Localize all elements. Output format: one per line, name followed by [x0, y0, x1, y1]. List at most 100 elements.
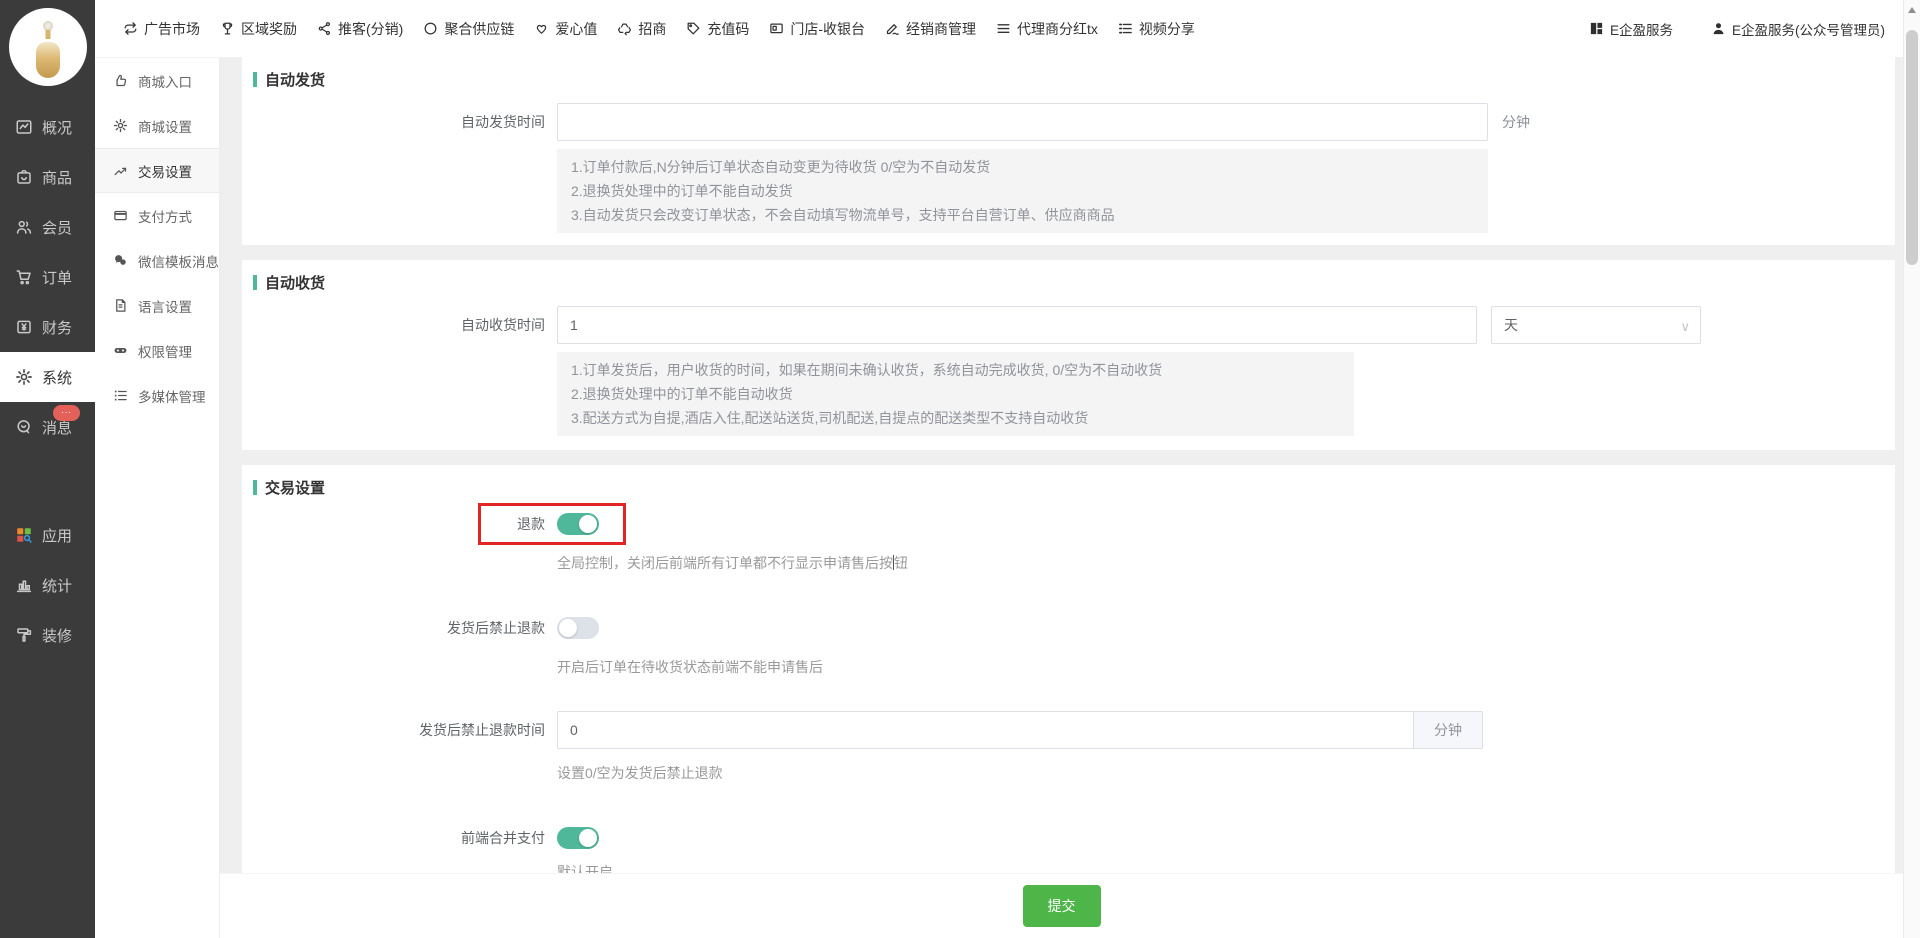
topnav-item-investment[interactable]: 招商 [617, 19, 666, 39]
sidebar-item-label: 订单 [42, 267, 72, 288]
section-title: 自动收货 [265, 272, 325, 293]
scrollbar[interactable] [1903, 0, 1920, 938]
tag-icon [686, 21, 701, 36]
brand-logo[interactable] [9, 8, 87, 86]
gear-icon [113, 118, 128, 133]
trade-arrow-icon [113, 163, 128, 178]
submenu-item-payment-method[interactable]: 支付方式 [95, 193, 219, 238]
perfume-bottle-logo-image [35, 16, 61, 78]
sidebar-item-label: 应用 [42, 525, 72, 546]
topnav-item-love-value[interactable]: 爱心值 [534, 19, 597, 39]
topnav-item-distributor[interactable]: 推客(分销) [317, 19, 403, 39]
auto-delivery-header: 自动发货 [242, 69, 1895, 89]
forbid-refund-time-input[interactable] [557, 711, 1414, 749]
credit-card-icon [113, 208, 128, 223]
main-sidebar: 概况 商品 会员 订单 财务 系统 [0, 0, 95, 938]
app-root: 概况 商品 会员 订单 财务 系统 [0, 0, 1920, 938]
sidebar-item-messages[interactable]: 消息 ... [0, 402, 95, 452]
sidebar-item-overview[interactable]: 概况 [0, 102, 95, 152]
forbid-refund-toggle[interactable] [557, 617, 599, 639]
toggle-knob [579, 515, 597, 533]
sidebar-item-stats[interactable]: 统计 [0, 560, 95, 610]
sidebar-item-label: 装修 [42, 625, 72, 646]
toggle-knob [579, 829, 597, 847]
topnav-label: 充值码 [707, 19, 749, 39]
submenu-item-trade-settings[interactable]: 交易设置 [95, 148, 219, 193]
topnav-label: 经销商管理 [906, 19, 976, 39]
forbid-refund-time-help-text: 设置0/空为发货后禁止退款 [557, 763, 1895, 783]
message-bubble-icon [15, 418, 33, 436]
merge-pay-toggle[interactable] [557, 827, 599, 849]
forbid-refund-time-row: 发货后禁止退款时间 分钟 [242, 711, 1895, 749]
section-title: 自动发货 [265, 69, 325, 90]
settings-main: 自动发货 自动发货时间 分钟 1.订单付款后,N分钟后订单状态自动变更为待收货 … [220, 57, 1920, 938]
submenu-item-mall-settings[interactable]: 商城设置 [95, 103, 219, 148]
sidebar-item-label: 统计 [42, 575, 72, 596]
scrollbar-up-arrow[interactable] [1908, 7, 1916, 13]
sidebar-item-decorate[interactable]: 装修 [0, 610, 95, 660]
topnav-item-ad-market[interactable]: 广告市场 [123, 19, 200, 39]
note-line: 1.订单发货后，用户收货的时间，如果在期间未确认收货，系统自动完成收货, 0/空… [571, 358, 1340, 382]
topnav-item-dealer-manage[interactable]: 经销商管理 [885, 19, 976, 39]
sidebar-item-apps[interactable]: 应用 [0, 510, 95, 560]
auto-delivery-time-input[interactable] [557, 103, 1488, 141]
right-column: 广告市场 区域奖励 推客(分销) 聚合供应链 爱心值 [95, 0, 1920, 938]
top-bar: 广告市场 区域奖励 推客(分销) 聚合供应链 爱心值 [95, 0, 1920, 57]
submenu-item-media-manage[interactable]: 多媒体管理 [95, 373, 219, 418]
sidebar-item-orders[interactable]: 订单 [0, 252, 95, 302]
settings-submenu: 商城入口 商城设置 交易设置 支付方式 微信模板消息 [95, 57, 220, 938]
auto-receive-header: 自动收货 [242, 272, 1895, 292]
auto-receive-notes: 1.订单发货后，用户收货的时间，如果在期间未确认收货，系统自动完成收货, 0/空… [557, 352, 1354, 436]
note-line: 1.订单付款后,N分钟后订单状态自动变更为待收货 0/空为不自动发货 [571, 155, 1474, 179]
auto-delivery-time-label: 自动发货时间 [242, 112, 557, 132]
auto-receive-time-label: 自动收货时间 [242, 315, 557, 335]
sidebar-item-finance[interactable]: 财务 [0, 302, 95, 352]
refund-help-text: 全局控制，关闭后前端所有订单都不行显示申请售后按钮 [557, 553, 1895, 573]
auto-receive-unit-select[interactable]: 天 ∨ [1491, 306, 1701, 344]
sidebar-item-system[interactable]: 系统 [0, 352, 95, 402]
submenu-label: 支付方式 [138, 206, 192, 226]
topnav-item-video-share[interactable]: 视频分享 [1118, 19, 1195, 39]
refund-label: 退款 [242, 514, 557, 534]
refund-toggle-row: 退款 [242, 513, 1895, 535]
refund-toggle[interactable] [557, 513, 599, 535]
topnav-item-supply-chain[interactable]: 聚合供应链 [423, 19, 514, 39]
signature-icon [885, 21, 900, 36]
topnav-item-recharge-code[interactable]: 充值码 [686, 19, 749, 39]
account-menu[interactable]: E企盈服务(公众号管理员) [1711, 19, 1885, 39]
sidebar-item-goods[interactable]: 商品 [0, 152, 95, 202]
sidebar-divider-gap [0, 452, 95, 510]
menu-icon [996, 21, 1011, 36]
topnav-item-region-reward[interactable]: 区域奖励 [220, 19, 297, 39]
list-icon [113, 388, 128, 403]
auto-receive-time-input[interactable] [557, 306, 1477, 344]
topnav-label: 招商 [638, 19, 666, 39]
submenu-label: 多媒体管理 [138, 386, 206, 406]
topnav-item-store-pos[interactable]: 门店-收银台 [769, 19, 865, 39]
members-icon [15, 218, 33, 236]
refund-help-before: 全局控制，关闭后前端所有订单都不行显示申请售后按 [557, 555, 893, 571]
wechat-icon [113, 253, 128, 268]
topnav-label: 广告市场 [144, 19, 200, 39]
loop-arrows-icon [123, 21, 138, 36]
sidebar-item-members[interactable]: 会员 [0, 202, 95, 252]
service-menu[interactable]: E企盈服务 [1589, 19, 1673, 39]
submenu-item-mall-entry[interactable]: 商城入口 [95, 58, 219, 103]
submit-button[interactable]: 提交 [1023, 885, 1101, 927]
forbid-refund-time-unit: 分钟 [1414, 711, 1483, 749]
topnav-item-agent-dividend[interactable]: 代理商分红tx [996, 19, 1098, 39]
heart-icon [534, 21, 549, 36]
section-accent-bar [253, 480, 257, 495]
top-nav: 广告市场 区域奖励 推客(分销) 聚合供应链 爱心值 [123, 19, 1195, 39]
system-gear-icon [15, 368, 33, 386]
stats-bars-icon [15, 576, 33, 594]
sidebar-item-label: 系统 [42, 367, 72, 388]
auto-delivery-card: 自动发货 自动发货时间 分钟 1.订单付款后,N分钟后订单状态自动变更为待收货 … [242, 57, 1895, 245]
auto-delivery-time-unit: 分钟 [1502, 112, 1530, 132]
submenu-item-privilege-manage[interactable]: 权限管理 [95, 328, 219, 373]
submenu-item-wechat-template[interactable]: 微信模板消息 [95, 238, 219, 283]
trade-settings-card: 交易设置 退款 全局控制，关闭后前端所有订单都不行显示申请售后按钮 发货后禁止退… [242, 465, 1895, 892]
scrollbar-thumb[interactable] [1906, 30, 1918, 265]
submenu-item-language-settings[interactable]: 语言设置 [95, 283, 219, 328]
selected-unit: 天 [1504, 315, 1518, 335]
